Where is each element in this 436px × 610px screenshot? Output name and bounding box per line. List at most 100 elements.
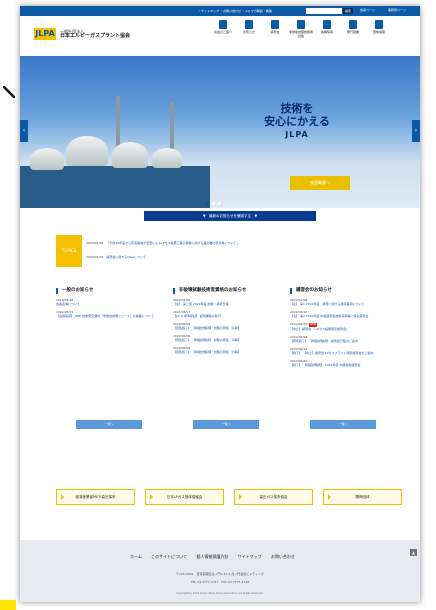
news-entry[interactable]: 2021/05/17 【JIS Q 標準認証】 証明書等の移行	[173, 310, 281, 318]
hero-dot[interactable]	[212, 202, 215, 205]
lecture-more-button[interactable]: 一覧へ	[310, 420, 376, 429]
topics-row[interactable]: 2023/02/26 「平成30年度から年度開始が変更によるLPガス設備工事の承継…	[86, 241, 239, 245]
member-page-link[interactable]: 会員ページ	[360, 8, 375, 12]
certificate-icon	[297, 20, 305, 29]
topics-box: TOPICS 2023/02/26 「平成30年度から年度開始が変更によるLPガス…	[56, 235, 398, 267]
entry-title[interactable]: 【募集終了】 【特級試験者】 試験の募集 【3期】	[173, 350, 281, 354]
entry-title[interactable]: 【募集終了】 【特級試験者】 講習会日程のご案内	[290, 339, 398, 343]
gnav-label: お知らせ	[243, 30, 255, 34]
general-more-button[interactable]: 一覧へ	[76, 420, 142, 429]
footer-link-home[interactable]: ホーム	[130, 554, 142, 559]
hero-tank	[152, 148, 182, 168]
topics-row[interactable]: 2023/02/15 講習会に関するQ&Aについて	[86, 255, 146, 259]
ndt-news-column: 非破壊試験技術者資格のお知らせ 2022/05/05 【注】 第二回 2022年度…	[173, 288, 281, 434]
topics-date: 2023/02/15	[86, 255, 104, 259]
entry-title[interactable]: 【募集終了】 【特級試験者】 試験の募集 【2期】	[173, 338, 281, 342]
hero-copy-line2: 安心にかえる	[264, 115, 330, 128]
entry-title[interactable]: 【終了】 【中止】講習会 LPガスプラント保安講習会のご案内	[290, 351, 398, 355]
entry-title[interactable]: 【会員情報】 JPMI 技術研究課題「非破壊試験シリーズ」の掲載について	[56, 314, 164, 318]
footer-link-contact[interactable]: お問い合わせ	[271, 554, 295, 559]
news-entry[interactable]: 2022/06/20 【終了】 【特級試験者】 2022年度 中級技術講習会	[290, 359, 398, 367]
lecture-icon	[271, 20, 279, 29]
news-entry[interactable]: 2022/06/10 【終了】 【中止】講習会 LPガスプラント保安講習会のご案内	[290, 347, 398, 355]
browser-page: ・サイトマップ ・お問い合わせ ・メルマガ購読・解除 検索 会員ページ 事務局ペ…	[20, 6, 420, 602]
footer-links: ホーム このサイトについて 個人情報保護方針 サイトマップ お問い合わせ	[130, 554, 303, 560]
gnav-label: 講習会	[270, 30, 280, 34]
latest-news-toggle[interactable]: ▼ 最新のお知らせを確認する ▼	[144, 211, 316, 221]
entry-title[interactable]: 会員名簿について	[56, 302, 164, 306]
footer-link-sitemap[interactable]: サイトマップ	[238, 554, 262, 559]
banner-khk[interactable]: 高圧ガス保安協会	[234, 489, 313, 505]
news-entry[interactable]: 2022/06/06 【募集終了】 【特級試験者】 講習会日程のご案内	[290, 335, 398, 343]
about-cta-button[interactable]: 協会概要へ	[290, 176, 350, 190]
hero-copy-line1: 技術を	[280, 102, 314, 115]
banner-related-orgs[interactable]: 関係団体	[323, 489, 402, 505]
entry-title[interactable]: 【注】 第二回 2022年度 試験・講習日程	[173, 302, 281, 306]
footer-copyright: Copyright(C) 2022 Japan LPGas Plant Asso…	[175, 592, 265, 595]
hero-tank	[30, 148, 64, 170]
entry-title[interactable]: 【終了】 【特級試験者】 2022年度 中級技術講習会	[290, 363, 398, 367]
site-search-input[interactable]	[306, 8, 342, 14]
hero-dot[interactable]	[218, 202, 221, 205]
document-icon	[323, 20, 331, 29]
banner-meti[interactable]: 経済産業省METI高圧保安	[56, 489, 135, 505]
news-columns: 一般のお知らせ 2016/04/18 会員名簿について 2022/05/19 【会員…	[56, 288, 398, 434]
news-entry[interactable]: 2022/06/10 NEW 【中止】講習会 「LPガス設備保安講習会」	[290, 322, 398, 331]
topics-text[interactable]: 「平成30年度から年度開始が変更によるLPガス設備工事の承継に関する届出書の様式…	[106, 241, 239, 245]
general-news-column: 一般のお知らせ 2016/04/18 会員名簿について 2022/05/19 【会員…	[56, 288, 164, 434]
news-entry[interactable]: 2022/06/06 【募集終了】 【特級試験者】 試験の募集 【2期】	[173, 334, 281, 342]
search-button[interactable]: 検索	[343, 8, 353, 14]
topics-tag: TOPICS	[56, 235, 82, 267]
utility-links[interactable]: ・サイトマップ ・お問い合わせ ・メルマガ購読・解除	[198, 9, 272, 13]
gnav-label: 各種情報	[320, 30, 333, 34]
book-icon	[349, 20, 357, 29]
news-entry[interactable]: 2016/04/18 会員名簿について	[56, 298, 164, 306]
footer-link-about-site[interactable]: このサイトについて	[151, 554, 187, 559]
topics-text[interactable]: 講習会に関するQ&Aについて	[106, 255, 146, 259]
notice-strip: ▼ 最新のお知らせを確認する ▼	[20, 208, 420, 226]
gnav-label: 協会のご紹介	[213, 30, 232, 34]
gnav-item-about[interactable]: 協会のご紹介	[210, 20, 236, 38]
banner-lpgas-council[interactable]: 日本LPガス団体協議会	[145, 489, 224, 505]
utility-bar: ・サイトマップ ・お問い合わせ ・メルマガ購読・解除 検索 会員ページ 事務局ペ…	[20, 6, 420, 16]
entry-title[interactable]: 【注】 第1 2022年度 講習に関する確認事項について	[290, 302, 398, 306]
news-entry[interactable]: 2022/05/19 【会員情報】 JPMI 技術研究課題「非破壊試験シリーズ」の…	[56, 310, 164, 318]
gnav-item-news[interactable]: お知らせ	[236, 20, 262, 38]
yellow-marker	[0, 600, 16, 610]
site-footer: ホーム このサイトについて 個人情報保護方針 サイトマップ お問い合わせ 〒10…	[20, 540, 420, 602]
gnav-label: 発行図書	[346, 30, 359, 34]
column-heading: 講習会のお知らせ	[290, 288, 398, 294]
logo-line2: 日本エルピーガスプラント協会	[60, 33, 131, 39]
hero-dot[interactable]	[206, 202, 209, 205]
footer-phone: TEL 03-3777-4747 FAX 03-3777-4748	[190, 580, 250, 584]
news-entry[interactable]: 2022/06/06 【募集終了】 【特級試験者】 試験の募集 【1期】	[173, 322, 281, 330]
entry-title[interactable]: 【注】 第2 2022年度 中級講習会技術基準等に係る講習会	[290, 314, 398, 318]
page-top-button[interactable]: ▲	[410, 549, 417, 556]
jlpa-logo[interactable]: JLPA	[34, 28, 56, 40]
topics-date: 2023/02/26	[86, 241, 104, 245]
entry-title[interactable]: 【募集終了】 【特級試験者】 試験の募集 【1期】	[173, 326, 281, 330]
hero-pagination	[206, 202, 221, 205]
hero-copy: 技術を 安心にかえる JLPA	[252, 102, 342, 141]
column-heading: 一般のお知らせ	[56, 288, 164, 294]
gnav-item-certificate[interactable]: 非破壊試験技術者資格	[288, 20, 314, 38]
column-heading: 非破壊試験技術者資格のお知らせ	[173, 288, 281, 294]
logo-text: 一般社団法人 日本エルピーガスプラント協会	[60, 29, 130, 39]
ndt-more-button[interactable]: 一覧へ	[193, 420, 259, 429]
hero-copy-en: JLPA	[285, 130, 309, 139]
hero-next-button[interactable]: ›	[412, 120, 420, 142]
news-entry[interactable]: 2022/01/08 【注】 第1 2022年度 講習に関する確認事項について	[290, 298, 398, 306]
gnav-item-lecture[interactable]: 講習会	[262, 20, 288, 38]
arrow-pointer-icon	[3, 86, 15, 98]
gnav-item-info[interactable]: 各種情報	[314, 20, 340, 38]
hero-prev-button[interactable]: ‹	[20, 120, 28, 142]
gnav-item-insurance[interactable]: 団体保険	[366, 20, 392, 38]
entry-title[interactable]: 【中止】講習会 「LPガス設備保安講習会」	[290, 327, 398, 331]
footer-link-privacy[interactable]: 個人情報保護方針	[196, 554, 228, 559]
entry-title[interactable]: 【JIS Q 標準認証】 証明書等の移行	[173, 314, 281, 318]
gnav-item-books[interactable]: 発行図書	[340, 20, 366, 38]
news-entry[interactable]: 2022/05/10 【注】 第2 2022年度 中級講習会技術基準等に係る講習会	[290, 310, 398, 318]
office-page-link[interactable]: 事務局ページ	[388, 8, 406, 12]
news-entry[interactable]: 2022/06/06 【募集終了】 【特級試験者】 試験の募集 【3期】	[173, 346, 281, 354]
news-entry[interactable]: 2022/05/05 【注】 第二回 2022年度 試験・講習日程	[173, 298, 281, 306]
